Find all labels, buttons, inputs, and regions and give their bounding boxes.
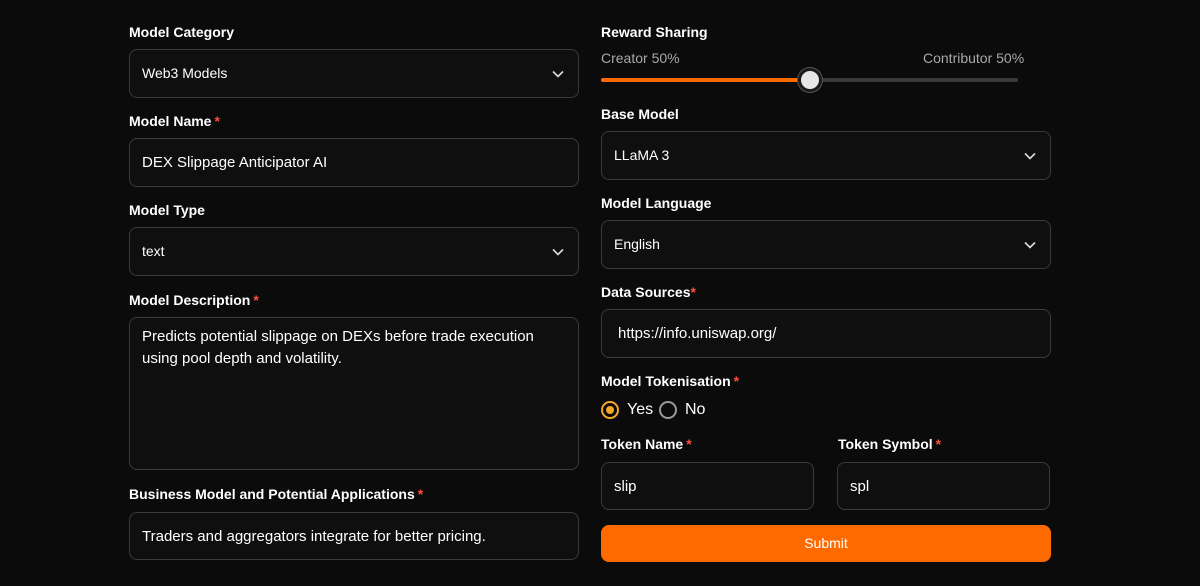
reward-sharing-label: Reward Sharing (601, 24, 708, 40)
model-name-input[interactable]: DEX Slippage Anticipator AI (129, 138, 579, 187)
model-description-label-text: Model Description (129, 292, 251, 308)
chevron-down-icon (1024, 241, 1036, 249)
model-description-value: Predicts potential slippage on DEXs befo… (142, 328, 534, 367)
tokenisation-no-label[interactable]: No (685, 401, 705, 419)
slider-thumb[interactable] (797, 68, 822, 92)
tokenisation-yes-radio[interactable] (601, 401, 619, 419)
token-symbol-input[interactable]: spl (837, 462, 1050, 510)
token-name-value: slip (614, 478, 637, 495)
model-tokenisation-label-text: Model Tokenisation (601, 373, 731, 389)
model-category-value: Web3 Models (142, 65, 228, 81)
data-sources-input[interactable]: https://info.uniswap.org/ (601, 309, 1051, 358)
token-symbol-label: Token Symbol * (838, 436, 941, 452)
model-type-select[interactable]: text (129, 227, 579, 276)
data-sources-label-text: Data Sources (601, 284, 691, 300)
business-model-label: Business Model and Potential Application… (129, 486, 423, 502)
base-model-label: Base Model (601, 106, 679, 122)
token-name-label: Token Name * (601, 436, 692, 452)
model-description-label: Model Description * (129, 292, 259, 308)
business-model-label-text: Business Model and Potential Application… (129, 486, 415, 502)
tokenisation-no-radio[interactable] (659, 401, 677, 419)
chevron-down-icon (1024, 152, 1036, 160)
required-mark: * (690, 284, 696, 300)
model-language-label: Model Language (601, 195, 712, 211)
model-tokenisation-label: Model Tokenisation * (601, 373, 739, 389)
model-description-textarea[interactable]: Predicts potential slippage on DEXs befo… (129, 317, 579, 470)
token-symbol-label-text: Token Symbol (838, 436, 933, 452)
required-mark: * (214, 113, 220, 129)
business-model-value: Traders and aggregators integrate for be… (142, 528, 486, 545)
required-mark: * (417, 486, 424, 502)
token-symbol-value: spl (850, 478, 870, 495)
token-name-label-text: Token Name (601, 436, 684, 452)
required-mark: * (733, 373, 740, 389)
model-type-value: text (142, 243, 165, 259)
required-mark: * (935, 436, 942, 452)
model-language-value: English (614, 236, 660, 252)
model-name-label-text: Model Name (129, 113, 212, 129)
model-language-select[interactable]: English (601, 220, 1051, 269)
reward-sharing-slider[interactable] (601, 68, 1018, 92)
submit-button[interactable]: Submit (601, 525, 1051, 562)
business-model-input[interactable]: Traders and aggregators integrate for be… (129, 512, 579, 560)
model-name-label: Model Name * (129, 113, 220, 129)
base-model-select[interactable]: LLaMA 3 (601, 131, 1051, 180)
contributor-share-label: Contributor 50% (923, 50, 1025, 66)
tokenisation-yes-label[interactable]: Yes (627, 401, 653, 419)
base-model-value: LLaMA 3 (614, 147, 670, 163)
model-name-value: DEX Slippage Anticipator AI (142, 154, 328, 171)
creator-share-label: Creator 50% (601, 50, 680, 66)
required-mark: * (686, 436, 692, 452)
model-type-label: Model Type (129, 202, 205, 218)
token-name-input[interactable]: slip (601, 462, 814, 510)
model-category-select[interactable]: Web3 Models (129, 49, 579, 98)
model-category-label: Model Category (129, 24, 235, 40)
required-mark: * (253, 292, 259, 308)
tokenisation-radio-group: Yes No (601, 400, 741, 420)
slider-fill (601, 78, 810, 82)
data-sources-value: https://info.uniswap.org/ (618, 325, 777, 342)
chevron-down-icon (552, 248, 564, 256)
data-sources-label: Data Sources* (601, 284, 696, 300)
chevron-down-icon (552, 70, 564, 78)
